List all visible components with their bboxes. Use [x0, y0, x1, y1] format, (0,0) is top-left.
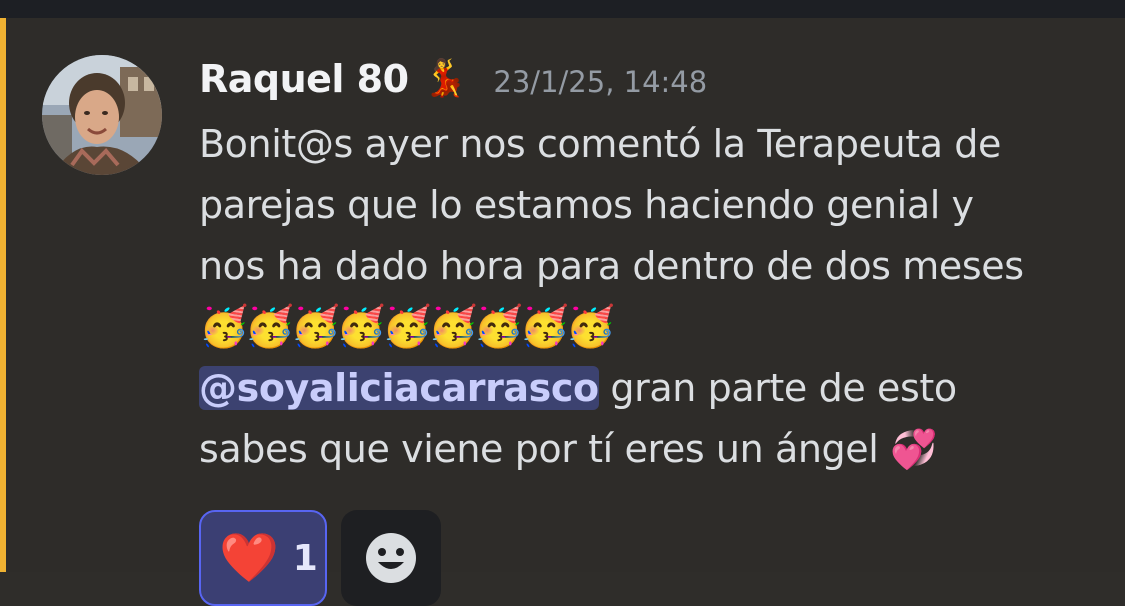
chat-message[interactable]: Raquel 80 💃 23/1/25, 14:48 Bonit@s ayer … — [6, 18, 1125, 606]
user-mention[interactable]: @soyaliciacarrasco — [199, 366, 599, 410]
message-line: nos ha dado hora para dentro de dos mese… — [199, 244, 1024, 288]
message-line: sabes que viene por tí eres un ángel 💞 — [199, 427, 937, 471]
avatar[interactable] — [42, 55, 162, 175]
avatar-image — [42, 55, 162, 175]
reaction-count: 1 — [292, 537, 318, 579]
reactions-bar: ❤️ 1 — [199, 510, 441, 606]
message-line: parejas que lo estamos haciendo genial y — [199, 183, 974, 227]
timestamp: 23/1/25, 14:48 — [493, 65, 708, 99]
message-text: gran parte de esto — [598, 366, 957, 410]
top-bar — [0, 0, 1125, 18]
party-face-emoji-line: 🥳🥳🥳🥳🥳🥳🥳🥳🥳 — [199, 304, 615, 350]
message-content: Bonit@s ayer nos comentó la Terapeuta de… — [199, 114, 1099, 480]
username[interactable]: Raquel 80 — [199, 57, 409, 101]
reaction-heart[interactable]: ❤️ 1 — [199, 510, 327, 606]
dancer-icon: 💃 — [422, 58, 468, 99]
message-header: Raquel 80 💃 23/1/25, 14:48 — [199, 52, 707, 106]
mention-line: @soyaliciacarrasco gran parte de esto — [199, 358, 1099, 419]
heart-icon: ❤️ — [219, 530, 279, 586]
smiley-icon — [366, 533, 416, 583]
add-reaction-button[interactable] — [341, 510, 441, 606]
message-line: Bonit@s ayer nos comentó la Terapeuta de — [199, 122, 1001, 166]
